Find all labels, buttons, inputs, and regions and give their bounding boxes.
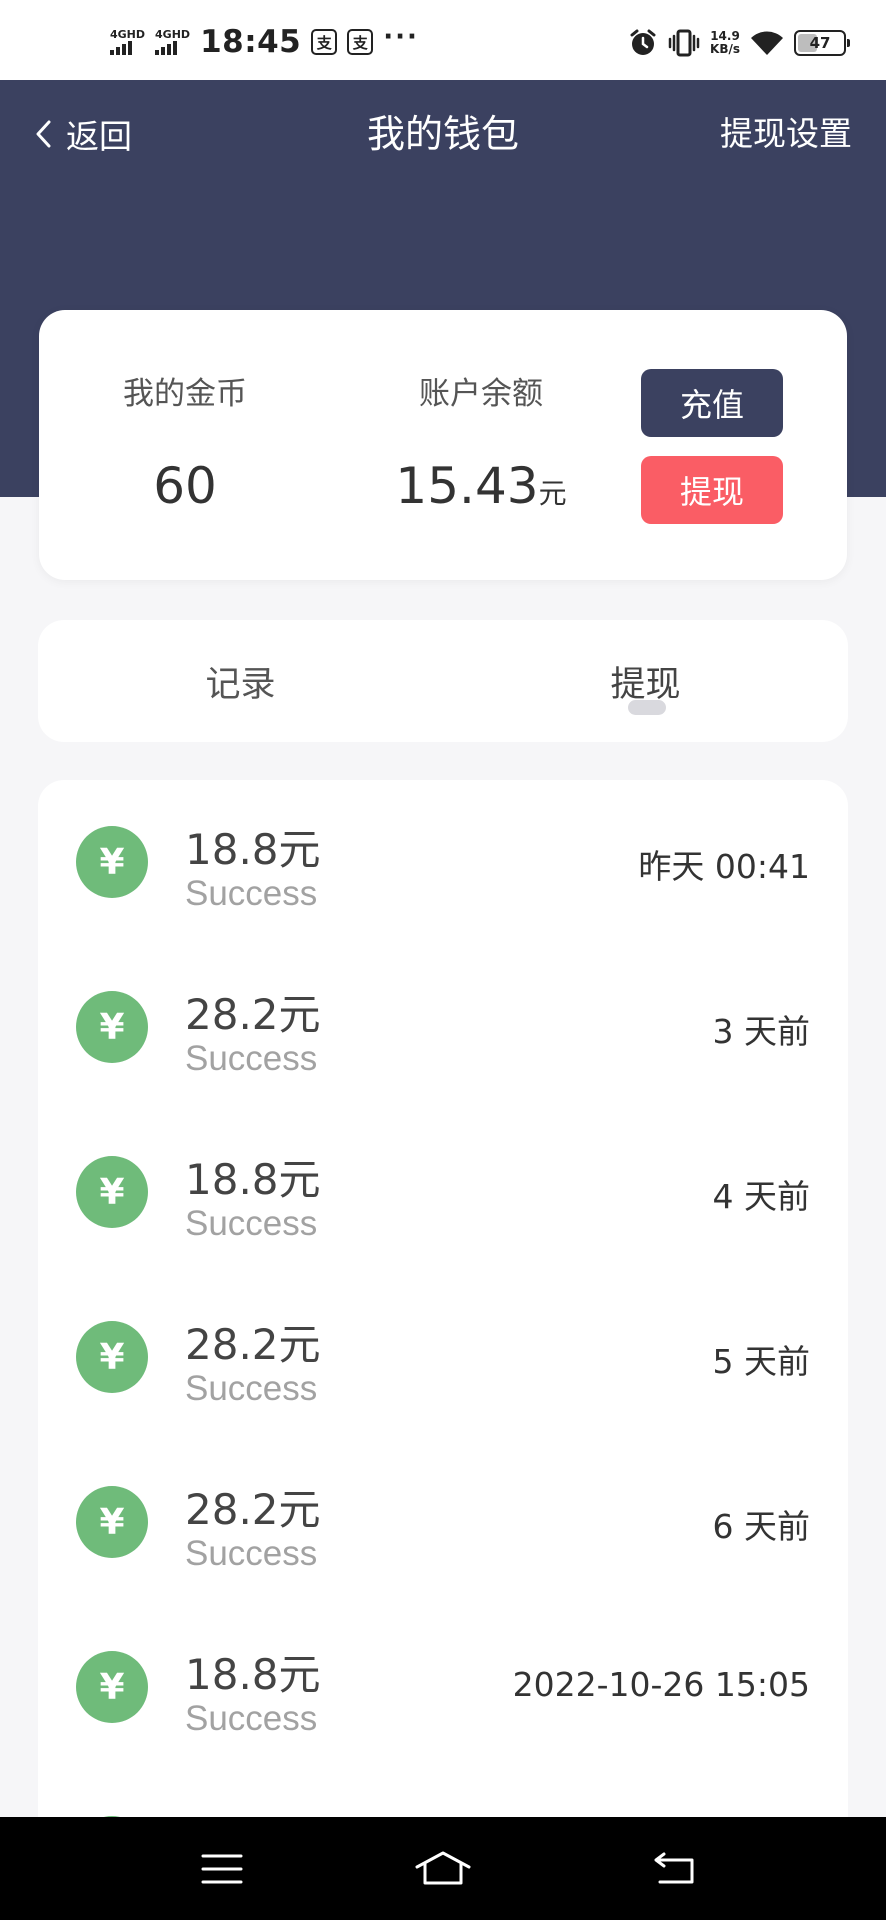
tab-withdraw[interactable]: 提现 (443, 620, 848, 742)
record-time: 4 天前 (712, 1177, 811, 1216)
cell-signal-icon: 4GHD (110, 29, 145, 55)
balance-unit: 元 (538, 477, 567, 510)
record-time: 6 天前 (712, 1507, 811, 1546)
record-time: 昨天 00:41 (638, 847, 810, 886)
record-status: Success (185, 1039, 318, 1078)
status-right: 14.9 KB/s 47 (628, 26, 850, 60)
nav-back-button[interactable] (636, 1837, 716, 1901)
status-time: 18:45 (200, 24, 302, 60)
back-icon (654, 1852, 694, 1884)
tab-records[interactable]: 记录 (38, 620, 443, 742)
list-item[interactable]: ¥ 18.8元 Success 2022-10-26 15:05 (38, 1605, 848, 1770)
wifi-icon (751, 31, 783, 55)
nav-menu-button[interactable] (182, 1837, 262, 1901)
tab-bar: 记录 提现 (38, 620, 848, 742)
nav-home-button[interactable] (403, 1837, 483, 1901)
balance-label: 账户余额 (419, 376, 543, 412)
balance-card: 我的金币 60 账户余额 15.43元 充值 提现 (39, 310, 847, 580)
list-item[interactable]: ¥ 28.2元 Success 6 天前 (38, 1440, 848, 1605)
record-time: 5 天前 (712, 1342, 811, 1381)
record-time: 3 天前 (712, 1012, 811, 1051)
coins-label: 我的金币 (123, 376, 247, 412)
battery-level: 47 (809, 34, 831, 52)
list-item[interactable]: ¥ 28.2元 Success 5 天前 (38, 1275, 848, 1440)
record-status: Success (185, 1534, 318, 1573)
record-time: 2022-10-26 15:05 (512, 1665, 810, 1704)
balance-stat: 账户余额 15.43元 (341, 368, 621, 515)
yuan-icon: ¥ (76, 1651, 148, 1723)
yuan-icon: ¥ (76, 991, 148, 1063)
signal-bars-2 (155, 41, 178, 55)
cell-signal-icon-2: 4GHD (155, 29, 190, 55)
yuan-icon: ¥ (76, 826, 148, 898)
back-button[interactable]: 返回 (34, 106, 132, 162)
record-status: Success (185, 874, 318, 913)
active-tab-indicator (628, 700, 666, 715)
more-notifications-icon: ··· (383, 22, 419, 52)
alarm-icon (630, 29, 656, 55)
yuan-icon: ¥ (76, 1321, 148, 1393)
record-amount: 28.2元 (185, 1485, 321, 1534)
vibrate-icon (668, 29, 700, 57)
battery-icon: 47 (794, 30, 850, 56)
status-left: 4GHD 4GHD 18:45 支 支 ··· (110, 22, 419, 62)
home-icon (415, 1851, 471, 1885)
record-status: Success (185, 1204, 318, 1243)
menu-icon (201, 1854, 243, 1884)
list-item[interactable]: ¥ 28.2元 Success 3 天前 (38, 945, 848, 1110)
signal-label: 4GHD (110, 28, 146, 41)
record-status: Success (185, 1369, 318, 1408)
coins-stat: 我的金币 60 (85, 368, 285, 515)
status-bar: 4GHD 4GHD 18:45 支 支 ··· 14.9 KB/s 47 (0, 0, 886, 80)
chevron-left-icon (36, 120, 51, 148)
signal-bars (110, 41, 132, 55)
coins-value: 60 (153, 457, 217, 515)
signal-label-2: 4GHD (155, 28, 191, 41)
record-amount: 18.8元 (185, 1155, 321, 1204)
record-amount: 28.2元 (185, 990, 321, 1039)
system-nav-bar (0, 1817, 886, 1920)
withdraw-records-list[interactable]: ¥ 18.8元 Success 昨天 00:41 ¥ 28.2元 Success… (38, 780, 848, 1920)
recharge-button[interactable]: 充值 (641, 369, 783, 437)
list-item[interactable]: ¥ 18.8元 Success 4 天前 (38, 1110, 848, 1275)
alipay-notification-icon-2: 支 (347, 29, 374, 55)
alipay-notification-icon: 支 (311, 29, 338, 55)
record-status: Success (185, 1699, 318, 1738)
withdraw-button[interactable]: 提现 (641, 456, 783, 524)
withdraw-settings-button[interactable]: 提现设置 (720, 106, 852, 162)
balance-value: 15.43 (395, 457, 539, 515)
network-speed: 14.9 KB/s (710, 30, 740, 56)
record-amount: 28.2元 (185, 1320, 321, 1369)
yuan-icon: ¥ (76, 1156, 148, 1228)
record-amount: 18.8元 (185, 825, 321, 874)
list-item[interactable]: ¥ 18.8元 Success 昨天 00:41 (38, 780, 848, 945)
yuan-icon: ¥ (76, 1486, 148, 1558)
network-speed-unit: KB/s (710, 42, 740, 56)
balance-value-wrap: 15.43元 (341, 457, 621, 515)
record-amount: 18.8元 (185, 1650, 321, 1699)
back-label: 返回 (66, 117, 132, 156)
